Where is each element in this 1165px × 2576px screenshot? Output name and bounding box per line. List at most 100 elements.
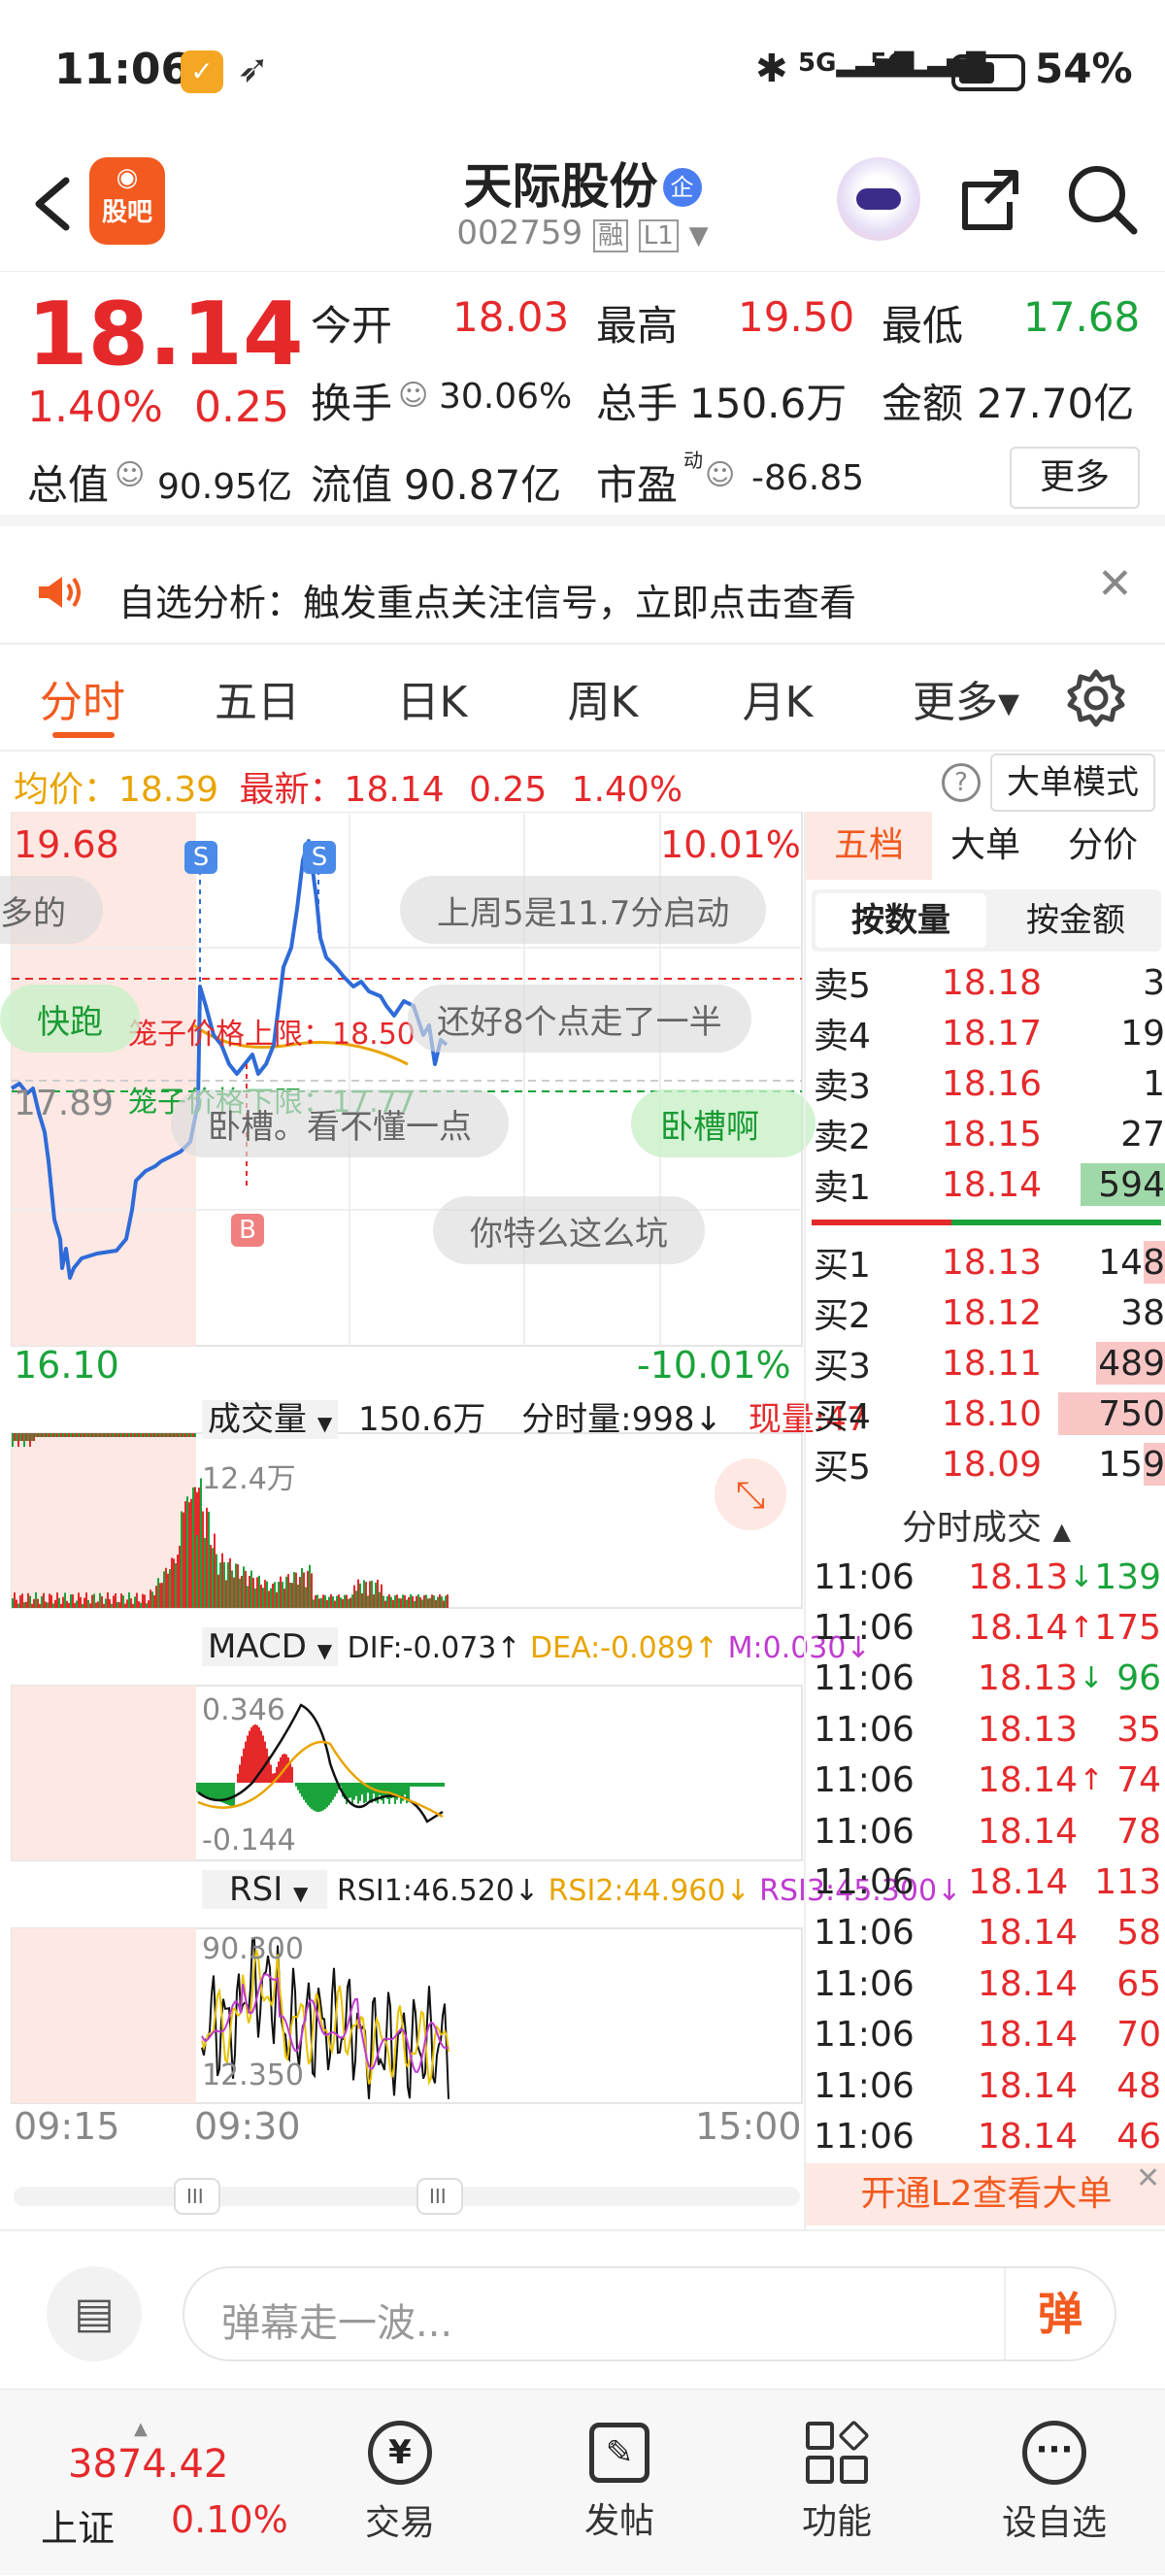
ask-level-5[interactable]: 卖118.14594 xyxy=(806,1159,1165,1210)
trades-title[interactable]: 分时成交 ▲ xyxy=(806,1499,1165,1550)
volume-bar xyxy=(291,1583,293,1608)
nav-post[interactable]: ✎ 发帖 xyxy=(532,2390,707,2576)
volume-bar xyxy=(76,1601,78,1608)
index-ticker[interactable]: ▲ 3874.42 上证 0.10% xyxy=(27,2419,309,2555)
volume-tick: 分时量:998↓ xyxy=(521,1400,722,1439)
volume-bar xyxy=(128,1592,130,1608)
send-danmaku-button[interactable]: 弹 xyxy=(1004,2268,1115,2359)
nav-functions[interactable]: 功能 xyxy=(749,2390,924,2576)
volume-bar xyxy=(142,1433,144,1437)
trade-volume: 46 xyxy=(1105,2117,1165,2157)
bid-level-3[interactable]: 买318.11489 xyxy=(806,1338,1165,1388)
macd-bar xyxy=(315,1783,316,1811)
more-button[interactable]: 更多 xyxy=(1010,447,1140,509)
volume-bar xyxy=(97,1433,99,1437)
volume-bar xyxy=(293,1572,295,1608)
tab-daily-k[interactable]: 日K xyxy=(369,645,495,752)
ask-level-3[interactable]: 卖318.161 xyxy=(806,1058,1165,1109)
level-qty: 3 xyxy=(1058,963,1165,1003)
nav-add-watchlist[interactable]: ··· 设自选 xyxy=(967,2390,1142,2576)
info-icon[interactable]: ☺ xyxy=(115,458,145,492)
ask-level-1[interactable]: 卖518.183 xyxy=(806,957,1165,1008)
tab-by-quantity[interactable]: 按数量 xyxy=(816,893,986,948)
volume-bar xyxy=(37,1433,39,1437)
caret-up-icon: ▲ xyxy=(1053,1518,1071,1545)
macd-bar xyxy=(441,1783,443,1787)
signal-s-marker[interactable]: S xyxy=(184,841,217,874)
chart-settings-button[interactable] xyxy=(1066,668,1126,732)
volume-bar xyxy=(214,1534,216,1608)
volume-bar xyxy=(402,1594,404,1608)
big-order-mode-button[interactable]: 大单模式 xyxy=(990,753,1155,812)
volume-bar xyxy=(262,1588,264,1608)
danmaku-settings-button[interactable]: ▤ xyxy=(47,2266,142,2361)
latest-label: 最新： xyxy=(240,770,345,810)
trade-price: 18.13 xyxy=(951,1710,1078,1750)
tab-big-orders[interactable]: 大单 xyxy=(932,812,1039,880)
pe-value: -86.85 xyxy=(751,458,864,498)
avg-value: 18.39 xyxy=(118,770,218,810)
volume-bar xyxy=(109,1433,111,1437)
volume-bar xyxy=(66,1601,68,1608)
l2-promo-banner[interactable]: 开通L2查看大单 xyxy=(806,2163,1165,2225)
info-icon[interactable]: ☺ xyxy=(398,379,428,413)
close-icon: ✕ xyxy=(1097,559,1133,609)
tab-5day[interactable]: 五日 xyxy=(194,645,320,752)
volume-bar xyxy=(105,1598,107,1608)
tab-weekly-k[interactable]: 周K xyxy=(540,645,666,752)
bid-level-4[interactable]: 买418.10750 xyxy=(806,1388,1165,1439)
volume-bar xyxy=(130,1598,132,1608)
tab-by-amount[interactable]: 按金额 xyxy=(990,889,1161,952)
volume-bar xyxy=(340,1597,342,1608)
edit-icon: ✎ xyxy=(589,2423,649,2483)
volume-bar xyxy=(258,1576,260,1608)
bid-levels: 买118.13148买218.1238买318.11489买418.10750买… xyxy=(806,1237,1165,1489)
bid-level-2[interactable]: 买218.1238 xyxy=(806,1288,1165,1338)
volume-bar xyxy=(188,1433,190,1437)
volume-bar xyxy=(338,1594,340,1608)
danmaku-input[interactable]: 弹幕走一波... 弹 xyxy=(183,2266,1116,2361)
macd-bar xyxy=(357,1783,359,1804)
notice-text: 自选分析：触发重点关注信号，立即点击查看 xyxy=(118,573,856,626)
close-promo-button[interactable]: ✕ xyxy=(1136,2161,1160,2195)
notice-bar[interactable]: 自选分析：触发重点关注信号，立即点击查看 ✕ xyxy=(0,538,1165,645)
volume-indicator-select[interactable]: 成交量 ▼ xyxy=(202,1400,338,1439)
volume-bar xyxy=(179,1546,181,1608)
time-scrollbar-track[interactable] xyxy=(14,2187,800,2206)
macd-bar xyxy=(305,1783,307,1803)
volume-bar xyxy=(163,1433,165,1437)
nav-trade[interactable]: ¥ 交易 xyxy=(313,2390,487,2576)
volume-bar xyxy=(124,1604,126,1608)
signal-b-marker[interactable]: B xyxy=(231,1214,264,1247)
volume-bar xyxy=(159,1583,161,1608)
ask-level-4[interactable]: 卖218.1527 xyxy=(806,1109,1165,1159)
search-button[interactable] xyxy=(1066,163,1140,241)
level-qty: 159 xyxy=(1058,1445,1165,1485)
macd-bar xyxy=(295,1783,297,1787)
help-icon[interactable]: ? xyxy=(942,763,981,802)
rsi-indicator-select[interactable]: RSI ▼ xyxy=(202,1870,327,1909)
tab-five-levels[interactable]: 五档 xyxy=(806,812,932,880)
macd-bar xyxy=(443,1783,445,1787)
info-icon[interactable]: ☺ xyxy=(705,458,735,492)
macd-indicator-select[interactable]: MACD ▼ xyxy=(202,1627,338,1666)
share-button[interactable] xyxy=(955,163,1023,239)
tab-price-dist[interactable]: 分价 xyxy=(1039,812,1165,880)
trade-price: 18.14 xyxy=(951,1964,1078,2004)
ask-level-2[interactable]: 卖418.1719 xyxy=(806,1008,1165,1058)
close-notice-button[interactable]: ✕ xyxy=(1097,559,1133,609)
bid-level-5[interactable]: 买518.09159 xyxy=(806,1439,1165,1489)
robot-assistant-button[interactable] xyxy=(837,157,920,241)
close-icon: ✕ xyxy=(1136,2161,1160,2195)
y-max-label: 19.68 xyxy=(14,823,119,866)
tab-monthly-k[interactable]: 月K xyxy=(715,645,841,752)
volume-bar xyxy=(216,1555,217,1608)
tab-more[interactable]: 更多▾ xyxy=(893,645,1039,752)
macd-bar xyxy=(433,1783,435,1787)
signal-s-marker[interactable]: S xyxy=(303,841,336,874)
volume-max-label: 12.4万 xyxy=(202,1455,296,1497)
expand-chart-button[interactable]: ⤡ xyxy=(715,1458,786,1530)
volume-bar xyxy=(58,1433,60,1437)
bid-level-1[interactable]: 买118.13148 xyxy=(806,1237,1165,1288)
volume-bar xyxy=(278,1582,280,1608)
